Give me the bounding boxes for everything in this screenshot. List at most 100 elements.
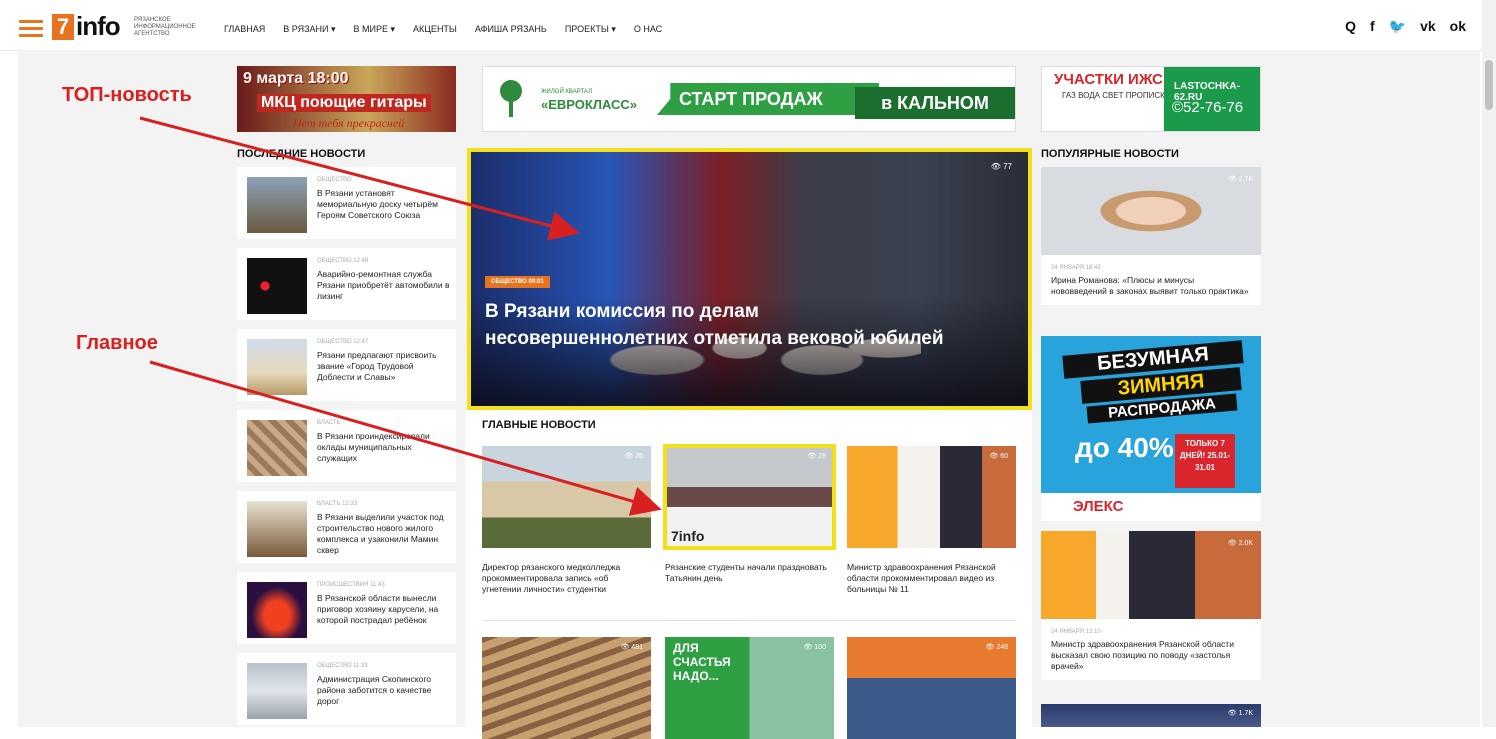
main-news-title: ГЛАВНЫЕ НОВОСТИ (482, 419, 596, 431)
popular-news-title: ПОПУЛЯРНЫЕ НОВОСТИ (1041, 148, 1179, 160)
views-badge: 👁 60 (989, 453, 1008, 460)
news-card-highlighted[interactable]: 👁 28 7info Рязанские студенты начали пра… (663, 444, 836, 584)
news-card-image: 👁 26 (482, 446, 651, 548)
news-meta: ОБЩЕСТВО 11:33 (317, 663, 368, 669)
page-scrollbar[interactable] (1482, 0, 1496, 727)
banner-lastochka-title: УЧАСТКИ ИЖС (1054, 71, 1163, 88)
banner-concert[interactable]: 9 марта 18:00 МКЦ поющие гитары Нет тебя… (237, 66, 456, 132)
main-news-section: ГЛАВНЫЕ НОВОСТИ 👁 26 Директор рязанского… (465, 410, 1032, 739)
news-title: Рязани предлагают присвоить звание «Горо… (317, 350, 437, 382)
hero-category-badge[interactable]: ОБЩЕСТВО 09:01 (485, 276, 550, 288)
banner-lastochka-contact: LASTOCHKA-62.RU ©52-76-76 (1164, 67, 1260, 131)
banner-evroklass-brand: «ЕВРОКЛАСС» (541, 97, 638, 112)
news-meta: ВЛАСТЬ 12:33 (317, 501, 358, 507)
sale-percent: до 40% (1075, 432, 1174, 463)
facebook-icon[interactable]: f (1370, 18, 1375, 35)
banner-lastochka-sub: ГАЗ ВОДА СВЕТ ПРОПИСКА (1062, 91, 1171, 100)
news-thumbnail (247, 582, 307, 638)
hero-title[interactable]: В Рязани комиссия по делам несовершеннол… (485, 298, 965, 352)
views-badge: 👁 2.0K (1227, 540, 1253, 547)
nav-item-world[interactable]: В МИРЕ ▾ (354, 24, 396, 35)
nav-item-about[interactable]: О НАС (634, 24, 662, 35)
menu-icon[interactable] (19, 20, 43, 37)
nav-item-projects[interactable]: ПРОЕКТЫ ▾ (565, 24, 616, 35)
top-navigation-bar: 7 info Рязанское информационное агентств… (0, 0, 1496, 51)
views-badge: 👁 28 (807, 453, 826, 460)
section-divider (482, 620, 1016, 621)
list-item[interactable]: 👁 2.7K 24 ЯНВАРЯ 18:42 Ирина Романова: «… (1041, 167, 1261, 305)
news-date: 24 ЯНВАРЯ 18:42 (1051, 265, 1101, 271)
news-card-image: 👁 481 (482, 637, 651, 739)
vk-icon[interactable]: vk (1420, 18, 1436, 35)
banner-evroklass-location: в КАЛЬНОМ (855, 87, 1015, 119)
image-overlay-text: ДЛЯ СЧАСТЬЯ НАДО... (673, 641, 731, 683)
news-card[interactable]: 👁 248 (847, 637, 1016, 739)
list-item[interactable]: ОБЩЕСТВО 12:48 Аварийно-ремонтная служба… (237, 248, 456, 320)
news-card-image: 👁 1.7K (1041, 704, 1261, 727)
list-item[interactable]: ОБЩЕСТВО В Рязани установят мемориальную… (237, 167, 456, 239)
nav-item-accents[interactable]: АКЦЕНТЫ (413, 24, 457, 35)
news-date: 24 ЯНВАРЯ 12:10 (1051, 629, 1101, 635)
popular-news-list: 👁 2.7K 24 ЯНВАРЯ 18:42 Ирина Романова: «… (1041, 167, 1261, 305)
image-watermark: 7info (671, 528, 705, 544)
logo-subtitle: Рязанское информационное агентство (134, 17, 196, 37)
nav-item-home[interactable]: ГЛАВНАЯ (224, 24, 265, 35)
list-item[interactable]: ВЛАСТЬ 12:33 В Рязани выделили участок п… (237, 491, 456, 563)
news-meta: ОБЩЕСТВО 12:48 (317, 258, 369, 264)
news-meta: ВЛАСТЬ (317, 420, 341, 426)
news-card-image: 👁 28 7info (663, 444, 836, 550)
banner-elex-sale[interactable]: БЕЗУМНАЯ ЗИМНЯЯ РАСПРОДАЖА до 40% ТОЛЬКО… (1041, 336, 1261, 521)
scrollbar-thumb[interactable] (1485, 60, 1493, 110)
news-card-title: Рязанские студенты начали праздновать Та… (665, 562, 827, 583)
latest-news-list: ОБЩЕСТВО В Рязани установят мемориальную… (237, 167, 456, 734)
news-thumbnail (247, 258, 307, 314)
news-card-title: Министр здравоохранения Рязанской област… (847, 562, 996, 594)
news-card[interactable]: 👁 60 Министр здравоохранения Рязанской о… (847, 446, 1016, 595)
news-title: Аварийно-ремонтная служба Рязани приобре… (317, 269, 450, 301)
nav-item-ryazan[interactable]: В РЯЗАНИ ▾ (283, 24, 335, 35)
news-card[interactable]: 👁 481 (482, 637, 651, 739)
news-meta: ПРОИСШЕСТВИЯ 11:43 (317, 582, 385, 588)
news-title: Ирина Романова: «Плюсы и минусы нововвед… (1051, 275, 1249, 296)
banner-lastochka[interactable]: УЧАСТКИ ИЖС ГАЗ ВОДА СВЕТ ПРОПИСКА LASTO… (1041, 66, 1261, 132)
latest-news-title: ПОСЛЕДНИЕ НОВОСТИ (237, 148, 366, 160)
sale-brand: ЭЛЕКС (1041, 493, 1261, 521)
sale-days: ТОЛЬКО 7 ДНЕЙ! 25.01-31.01 (1175, 434, 1235, 488)
list-item[interactable]: ПРОИСШЕСТВИЯ 11:43 В Рязанской области в… (237, 572, 456, 644)
hero-views: 👁 77 (990, 162, 1012, 171)
main-nav: ГЛАВНАЯ В РЯЗАНИ ▾ В МИРЕ ▾ АКЦЕНТЫ АФИШ… (224, 24, 680, 35)
banner-evroklass[interactable]: ЖИЛОЙ КВАРТАЛ «ЕВРОКЛАСС» СТАРТ ПРОДАЖ в… (482, 66, 1016, 132)
top-news-hero[interactable]: 👁 77 ОБЩЕСТВО 09:01 В Рязани комиссия по… (467, 148, 1032, 410)
views-badge: 👁 100 (803, 644, 826, 651)
views-badge: 👁 481 (620, 644, 643, 651)
news-thumbnail (247, 177, 307, 233)
news-title: Администрация Скопинского района заботит… (317, 674, 432, 706)
odnoklassniki-icon[interactable]: ok (1450, 18, 1466, 35)
list-item[interactable]: ОБЩЕСТВО 12:47 Рязани предлагают присвои… (237, 329, 456, 401)
social-links: Q f 🐦 vk ok (1345, 18, 1466, 35)
views-badge: 👁 1.7K (1227, 710, 1253, 717)
news-thumbnail (247, 663, 307, 719)
views-badge: 👁 248 (985, 644, 1008, 651)
banner-concert-title: МКЦ поющие гитары (257, 94, 431, 112)
news-title: Министр здравоохранения Рязанской област… (1051, 639, 1234, 671)
list-item[interactable]: 👁 2.0K 24 ЯНВАРЯ 12:10 Министр здравоохр… (1041, 531, 1261, 680)
list-item[interactable]: 👁 1.7K (1041, 704, 1261, 727)
news-thumbnail (247, 339, 307, 395)
news-card[interactable]: 👁 100 ДЛЯ СЧАСТЬЯ НАДО... (665, 637, 834, 739)
news-title: В Рязани выделили участок под строительс… (317, 512, 444, 555)
list-item[interactable]: ОБЩЕСТВО 11:33 Администрация Скопинского… (237, 653, 456, 725)
news-card-image: 👁 60 (847, 446, 1016, 548)
banner-lastochka-phone: ©52-76-76 (1172, 99, 1244, 116)
news-title: В Рязанской области вынесли приговор хоз… (317, 593, 439, 625)
nav-item-afisha[interactable]: АФИША РЯЗАНЬ (475, 24, 547, 35)
news-card-image: 👁 248 (847, 637, 1016, 739)
list-item[interactable]: ВЛАСТЬ В Рязани проиндексировали оклады … (237, 410, 456, 482)
search-icon[interactable]: Q (1345, 18, 1356, 35)
twitter-icon[interactable]: 🐦 (1389, 18, 1406, 35)
banner-concert-slogan: Нет тебя прекрасней (293, 116, 405, 130)
news-card-title: Директор рязанского медколледжа прокомме… (482, 562, 621, 594)
news-title: В Рязани установят мемориальную доску че… (317, 188, 438, 220)
news-card[interactable]: 👁 26 Директор рязанского медколледжа про… (482, 446, 651, 595)
news-card-image: 👁 2.7K (1041, 167, 1261, 255)
